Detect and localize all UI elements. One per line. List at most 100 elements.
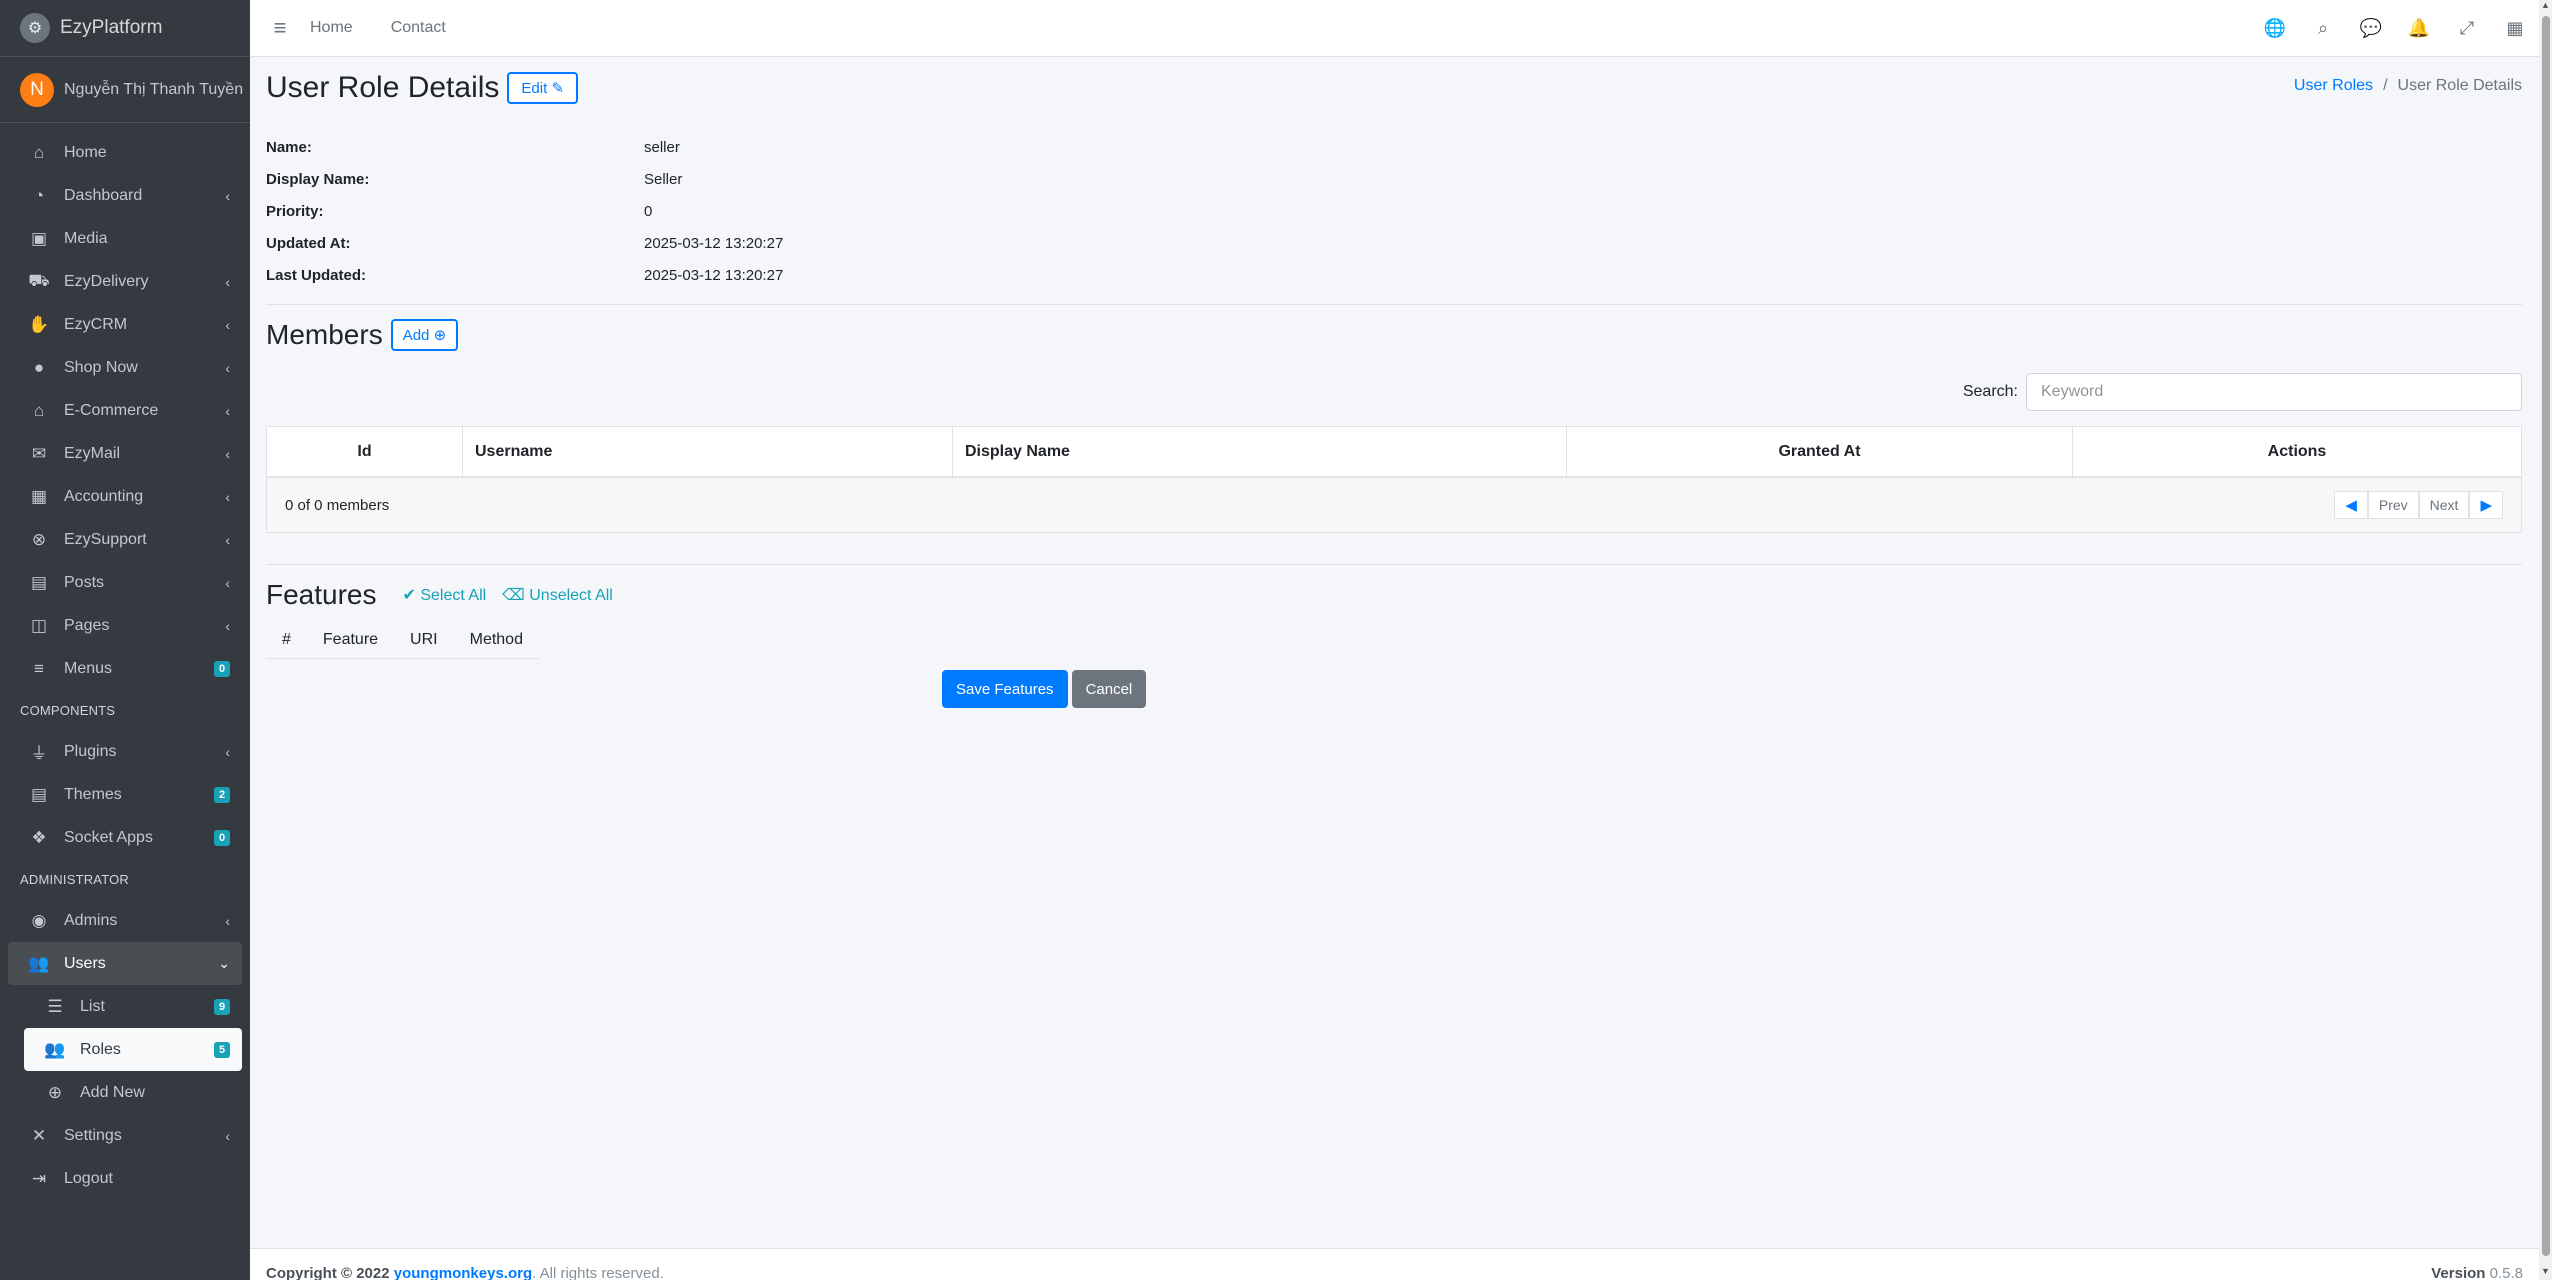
scroll-up-arrow-icon[interactable]: ▲ [2539,0,2552,14]
footer-version: Version 0.5.8 [2431,1265,2523,1280]
features-actions: Save Features Cancel [942,670,1147,708]
column-header-granted-at[interactable]: Granted At [1567,427,2073,476]
detail-label: Priority: [266,202,324,220]
add-member-button[interactable]: Add ⊕ [390,319,459,351]
members-table: Id Username Display Name Granted At Acti… [266,426,2522,533]
footer-link[interactable]: youngmonkeys.org [394,1265,532,1280]
unselect-all-link[interactable]: ⌫ Unselect All [502,585,613,605]
sidebar-item-admins[interactable]: ◉ Admins ‹ [8,899,242,942]
sidebar-item-shop-now[interactable]: ● Shop Now ‹ [8,346,242,389]
detail-label: Last Updated: [266,266,367,284]
arrow-circle-left-icon[interactable]: ◀ [2334,491,2368,519]
chevron-down-icon: ⌄ [218,955,230,971]
count-badge: 2 [214,786,230,803]
member-count: 0 of 0 members [285,496,390,514]
save-features-button[interactable]: Save Features [942,670,1068,708]
sidebar-item-ezycrm[interactable]: ✋ EzyCRM ‹ [8,303,242,346]
edit-button[interactable]: Edit ✎ [507,72,579,104]
chevron-left-icon: ‹ [225,273,230,290]
column-header-display-name[interactable]: Display Name [953,427,1567,476]
sidebar-item-socket-apps[interactable]: ❖ Socket Apps 0 [8,816,242,859]
sidebar-item-home[interactable]: ⌂ Home [8,131,242,174]
check-double-icon: ✔ [402,587,416,604]
sidebar-item-e-commerce[interactable]: ⌂ E-Commerce ‹ [8,389,242,432]
globe-icon[interactable]: 🌐 [2251,18,2299,39]
sidebar-item-accounting[interactable]: ▦ Accounting ‹ [8,475,242,518]
nav-header-administrator: ADMINISTRATOR [20,871,130,887]
basket-icon: ⌂ [33,400,45,420]
sidebar-item-label: Plugins [64,742,117,760]
divider [266,564,2522,565]
sidebar-item-posts[interactable]: ▤ Posts ‹ [8,561,242,604]
user-panel[interactable]: N Nguyễn Thị Thanh Tuyền [0,57,250,123]
sidebar-item-logout[interactable]: ⇥ Logout [8,1157,242,1200]
select-all-link[interactable]: ✔ Select All [403,585,487,605]
truck-icon: ⛟ [28,270,50,290]
scroll-down-arrow-icon[interactable]: ▼ [2539,1266,2552,1280]
breadcrumb-current: User Role Details [2397,77,2522,94]
sidebar-item-label: Shop Now [64,358,138,376]
count-badge: 5 [214,1041,230,1058]
hamburger-menu-icon[interactable]: ≡ [250,15,310,41]
chevron-left-icon: ‹ [225,402,230,419]
sidebar-item-dashboard[interactable]: ◔ Dashboard ‹ [8,174,242,217]
detail-value: seller [644,138,680,156]
lifebuoy-icon: ⊗ [31,529,47,549]
sidebar: ⚙ EzyPlatform N Nguyễn Thị Thanh Tuyền ⌂… [0,0,250,1280]
sidebar-item-ezydelivery[interactable]: ⛟ EzyDelivery ‹ [8,260,242,303]
avatar: N [20,72,54,107]
search-input[interactable] [2026,373,2522,411]
sign-out-icon: ⇥ [31,1168,47,1188]
sidebar-item-ezysupport[interactable]: ⊗ EzySupport ‹ [8,518,242,561]
members-title: Members [266,319,383,350]
chevron-left-icon: ‹ [225,316,230,333]
arrow-circle-right-icon[interactable]: ▶ [2469,491,2503,519]
chevron-left-icon: ‹ [225,531,230,548]
count-badge: 9 [214,998,230,1015]
cancel-button[interactable]: Cancel [1071,670,1147,708]
sidebar-item-users-roles[interactable]: 👥 Roles 5 [24,1028,242,1071]
sidebar-item-users[interactable]: 👥 Users ⌄ [8,942,242,985]
sidebar-item-pages[interactable]: ◫ Pages ‹ [8,604,242,647]
chevron-left-icon: ‹ [225,574,230,591]
comments-icon[interactable]: 💬 [2347,18,2395,39]
prev-button[interactable]: Prev [2367,491,2419,519]
sidebar-item-media[interactable]: ▣ Media [8,217,242,260]
next-button[interactable]: Next [2418,491,2470,519]
sidebar-item-users-add-new[interactable]: ⊕ Add New [8,1071,242,1114]
features-header: Features ✔ Select All ⌫ Unselect All [266,579,613,611]
detail-row-last-updated: Last Updated: 2025-03-12 13:20:27 [266,259,783,291]
topnav-contact-link[interactable]: Contact [391,19,446,37]
sidebar-item-label: Menus [64,659,113,677]
topnav-home-link[interactable]: Home [310,19,353,37]
nav-header-components: COMPONENTS [20,702,116,718]
sidebar-item-label: Posts [64,573,105,591]
scrollbar-thumb[interactable] [2542,16,2550,1256]
users-cog-icon: 👥 [44,1039,66,1059]
features-title: Features [266,579,377,610]
sidebar-item-themes[interactable]: ▤ Themes 2 [8,773,242,816]
user-circle-icon: ◉ [31,910,47,930]
unselect-all-label: Unselect All [529,587,613,604]
sidebar-item-users-list[interactable]: ☰ List 9 [8,985,242,1028]
chevron-left-icon: ‹ [225,617,230,634]
version-number: 0.5.8 [2489,1265,2523,1280]
bell-icon[interactable]: 🔔 [2395,18,2443,39]
brand-link[interactable]: ⚙ EzyPlatform [0,0,250,57]
user-name[interactable]: Nguyễn Thị Thanh Tuyền [64,81,243,99]
search-icon[interactable]: ⌕ [2299,18,2347,39]
column-header-id[interactable]: Id [267,427,463,476]
sidebar-item-plugins[interactable]: ⏚ Plugins ‹ [8,730,242,773]
edit-icon: ✎ [551,80,565,97]
expand-icon[interactable]: ⤢ [2443,18,2491,39]
sidebar-item-menus[interactable]: ≡ Menus 0 [8,647,242,690]
sidebar-item-settings[interactable]: ✕ Settings ‹ [8,1114,242,1157]
sidebar-item-label: Settings [64,1126,122,1144]
footer: Copyright © 2022 youngmonkeys.org. All r… [250,1248,2539,1280]
page-scrollbar[interactable]: ▲ ▼ [2539,0,2552,1280]
sidebar-item-ezymail[interactable]: ✉ EzyMail ‹ [8,432,242,475]
breadcrumb-user-roles-link[interactable]: User Roles [2294,77,2373,94]
grid-icon[interactable]: ▦ [2491,18,2539,39]
sidebar-item-label: Media [64,229,108,247]
column-header-username[interactable]: Username [463,427,953,476]
